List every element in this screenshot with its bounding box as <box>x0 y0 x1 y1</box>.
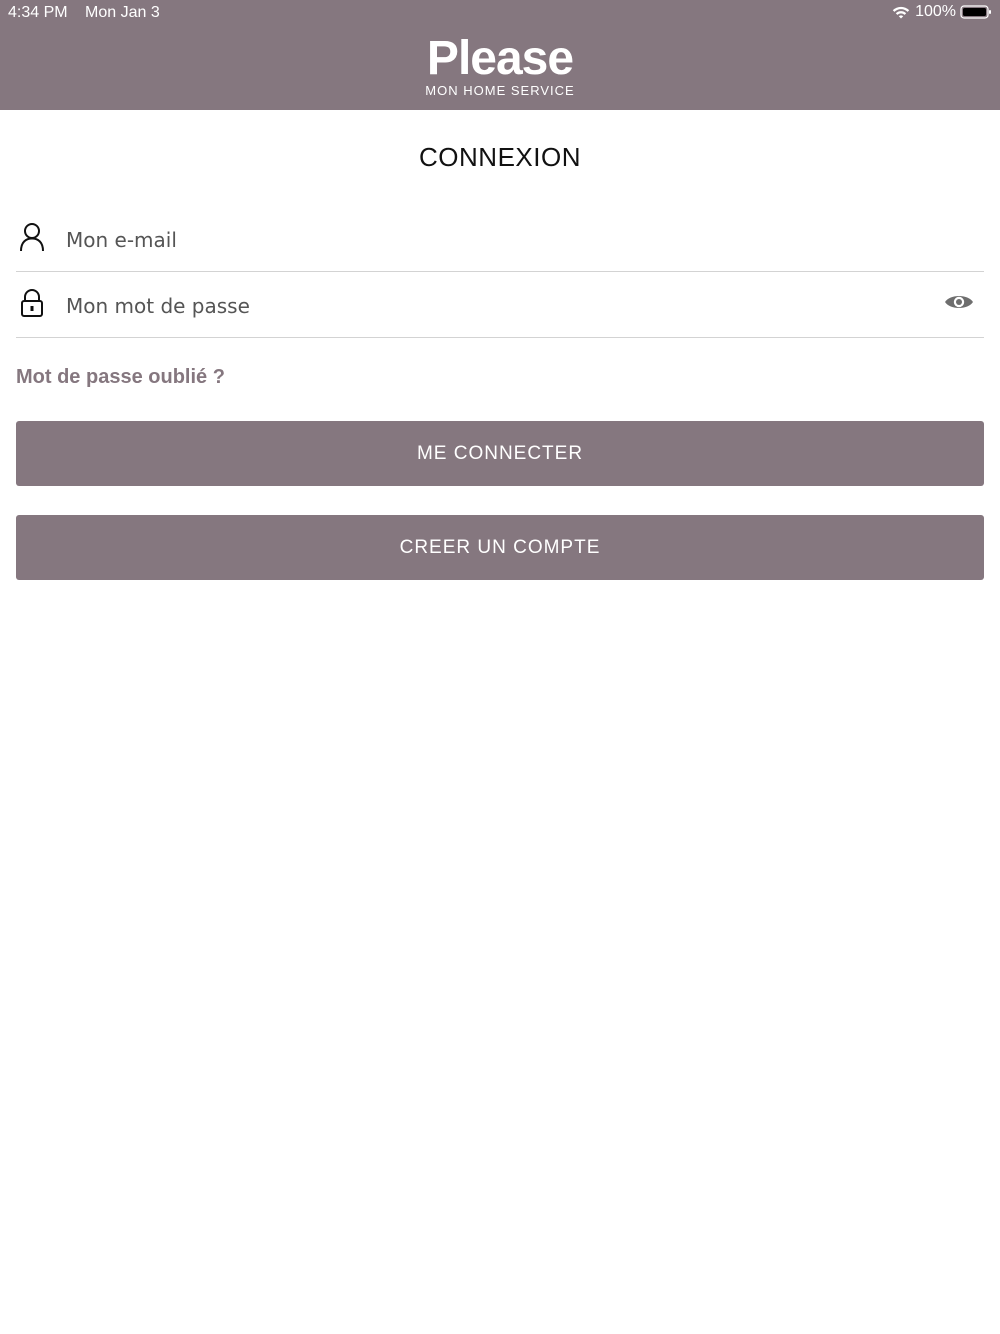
eye-icon[interactable] <box>944 291 974 318</box>
email-field-row <box>16 205 984 272</box>
user-icon <box>18 222 46 257</box>
create-account-button[interactable]: CREER UN COMPTE <box>16 515 984 580</box>
wifi-icon <box>891 4 911 20</box>
password-input[interactable] <box>64 287 928 325</box>
battery-percent: 100% <box>915 3 956 20</box>
status-time: 4:34 PM <box>8 4 68 21</box>
lock-icon <box>18 288 46 323</box>
app-logo: Please MON HOME SERVICE <box>0 34 1000 98</box>
login-button[interactable]: ME CONNECTER <box>16 421 984 486</box>
battery-icon <box>960 4 992 20</box>
page-title: CONNEXION <box>419 142 581 172</box>
app-header: 4:34 PM Mon Jan 3 100% Please MON HOME S… <box>0 0 1000 110</box>
logo-title: Please <box>426 32 574 85</box>
logo-subtitle: MON HOME SERVICE <box>425 83 575 98</box>
forgot-password-link[interactable]: Mot de passe oublié ? <box>16 366 225 389</box>
email-input[interactable] <box>64 221 928 259</box>
status-indicators: 100% <box>891 3 992 21</box>
status-date: Mon Jan 3 <box>85 4 160 21</box>
password-field-row <box>16 271 984 338</box>
